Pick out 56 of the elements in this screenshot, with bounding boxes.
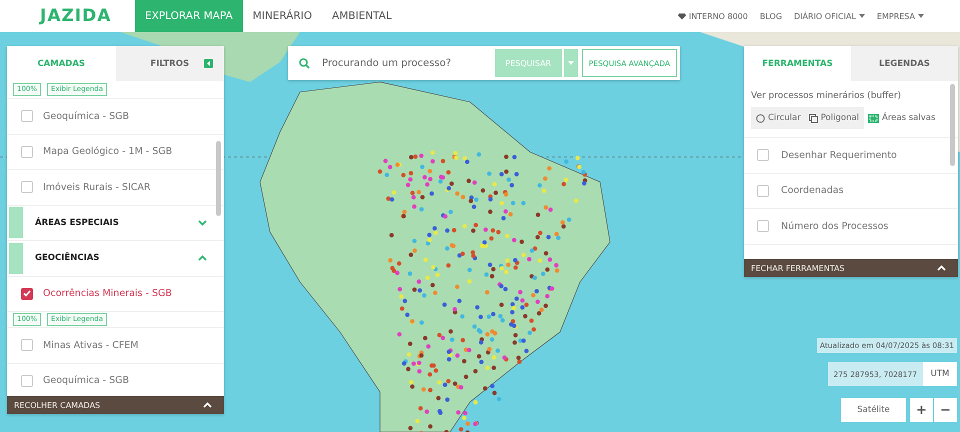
chevron-up-icon	[203, 402, 212, 408]
buffer-label: Ver processos minerários (buffer)	[750, 90, 902, 103]
nav-tab[interactable]: AMBIENTAL	[322, 0, 402, 32]
layer-label: Mapa Geológico - 1M - SGB	[43, 146, 172, 158]
nav-tab[interactable]: MINERÁRIO	[242, 0, 322, 32]
caret-icon	[568, 61, 574, 65]
checkbox[interactable]	[21, 374, 33, 387]
buffer-option[interactable]: Poligonal	[806, 113, 862, 123]
chevron-up-icon	[937, 265, 946, 271]
group-label[interactable]: ÁREAS ESPECIAIS	[35, 218, 198, 228]
chevron-up-icon[interactable]	[198, 255, 207, 262]
checkbox[interactable]	[757, 220, 769, 232]
nav-link[interactable]: BLOG	[760, 12, 782, 20]
zoom-in-button[interactable]: +	[910, 398, 933, 422]
nav-link[interactable]: DIÁRIO OFICIAL	[794, 12, 865, 20]
unit-button[interactable]: UTM	[923, 362, 957, 386]
group-label[interactable]: GEOCIÊNCIAS	[35, 253, 198, 264]
tool-label: Coordenadas	[781, 185, 844, 196]
layer-label: Imóveis Rurais - SICAR	[43, 182, 150, 193]
caret-icon	[858, 14, 865, 18]
checkbox[interactable]	[757, 184, 769, 197]
checkbox[interactable]	[757, 149, 769, 162]
layer-label: Minas Ativas - CFEM	[43, 340, 139, 351]
buffer-option[interactable]: Circular	[754, 113, 803, 123]
checkbox[interactable]	[21, 181, 33, 194]
checkbox[interactable]	[21, 110, 33, 122]
dropdown-button[interactable]	[564, 49, 578, 77]
checkbox[interactable]	[21, 288, 33, 300]
group-marker	[9, 242, 23, 274]
layer-label: Ocorrências Minerais - SGB	[43, 288, 172, 300]
nav-link[interactable]: INTERNO 8000	[678, 12, 748, 20]
saved-areas-button[interactable]: Áreas salvas	[866, 113, 938, 123]
group-marker	[9, 207, 23, 238]
layer-label: Geoquímica - SGB	[43, 110, 130, 122]
copy-icon	[808, 114, 818, 122]
panel-tab[interactable]: FILTROS	[116, 46, 224, 81]
zoom-out-button[interactable]: −	[934, 398, 957, 422]
circle-icon	[756, 114, 765, 122]
satellite-button[interactable]: Satélite	[841, 398, 906, 422]
search-icon	[299, 58, 310, 68]
checkbox[interactable]	[21, 146, 33, 158]
tool-label: Número dos Processos	[781, 220, 888, 232]
close-tools-button[interactable]: FECHAR FERRAMENTAS	[744, 259, 958, 277]
layer-label: Geoquímica - SGB	[43, 375, 130, 386]
tool-label: Desenhar Requerimento	[781, 150, 897, 161]
panel-tab[interactable]: LEGENDAS	[851, 46, 958, 81]
scrollbar[interactable]	[216, 141, 221, 216]
caret-icon	[918, 14, 924, 18]
diamond-icon	[678, 12, 686, 20]
collapse-icon[interactable]	[204, 59, 213, 68]
collapse-layers-button[interactable]: RECOLHER CAMADAS	[7, 396, 224, 414]
checkbox[interactable]	[21, 339, 33, 352]
nav-link[interactable]: EMPRESA	[876, 12, 924, 20]
scrollbar[interactable]	[950, 84, 955, 166]
area-icon	[868, 114, 880, 122]
chevron-down-icon[interactable]	[198, 220, 207, 226]
